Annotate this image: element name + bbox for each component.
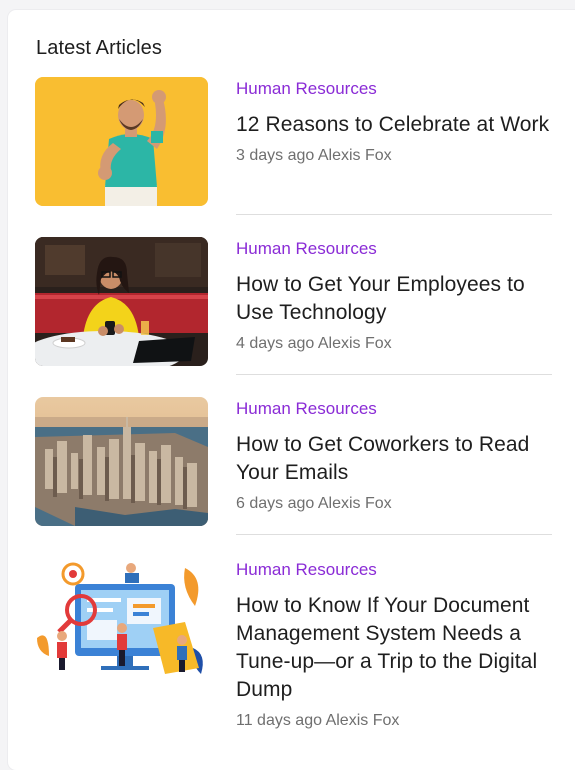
article-byline: 11 days ago Alexis Fox xyxy=(236,710,552,732)
article-author: Alexis Fox xyxy=(317,147,392,164)
article-thumbnail[interactable] xyxy=(35,397,208,526)
article-item[interactable]: Human Resources How to Get Coworkers to … xyxy=(35,397,552,527)
article-title-link[interactable]: 12 Reasons to Celebrate at Work xyxy=(236,111,552,139)
article-author: Alexis Fox xyxy=(317,495,392,512)
document-management-illustration xyxy=(35,558,208,687)
woman-with-phone-image xyxy=(35,237,208,366)
article-meta: Human Resources How to Get Your Employee… xyxy=(236,237,552,355)
article-author: Alexis Fox xyxy=(317,335,392,352)
article-title-link[interactable]: How to Get Coworkers to Read Your Emails xyxy=(236,431,552,487)
article-thumbnail[interactable] xyxy=(35,77,208,206)
article-item[interactable]: Human Resources How to Get Your Employee… xyxy=(35,237,552,367)
article-age: 3 days ago xyxy=(236,147,315,164)
article-age: 6 days ago xyxy=(236,495,315,512)
article-title-link[interactable]: How to Know If Your Document Management … xyxy=(236,592,552,704)
divider xyxy=(236,214,552,215)
article-byline: 3 days ago Alexis Fox xyxy=(236,145,552,167)
celebrating-man-image xyxy=(35,77,208,206)
article-item[interactable]: Human Resources How to Know If Your Docu… xyxy=(35,558,552,748)
divider xyxy=(236,374,552,375)
article-author: Alexis Fox xyxy=(325,712,400,729)
latest-articles-card: Latest Articles Human Resources 12 Reaso… xyxy=(8,10,575,770)
article-category-link[interactable]: Human Resources xyxy=(236,398,552,420)
divider xyxy=(236,534,552,535)
article-meta: Human Resources How to Know If Your Docu… xyxy=(236,558,552,732)
article-byline: 6 days ago Alexis Fox xyxy=(236,493,552,515)
article-meta: Human Resources 12 Reasons to Celebrate … xyxy=(236,77,552,167)
article-age: 11 days ago xyxy=(236,712,322,729)
article-title-link[interactable]: How to Get Your Employees to Use Technol… xyxy=(236,271,552,327)
section-title: Latest Articles xyxy=(36,37,163,59)
city-skyline-image xyxy=(35,397,208,526)
article-category-link[interactable]: Human Resources xyxy=(236,238,552,260)
article-thumbnail[interactable] xyxy=(35,237,208,366)
article-age: 4 days ago xyxy=(236,335,315,352)
article-category-link[interactable]: Human Resources xyxy=(236,78,552,100)
article-byline: 4 days ago Alexis Fox xyxy=(236,333,552,355)
article-category-link[interactable]: Human Resources xyxy=(236,559,552,581)
article-thumbnail[interactable] xyxy=(35,558,208,687)
article-item[interactable]: Human Resources 12 Reasons to Celebrate … xyxy=(35,77,552,207)
article-meta: Human Resources How to Get Coworkers to … xyxy=(236,397,552,515)
